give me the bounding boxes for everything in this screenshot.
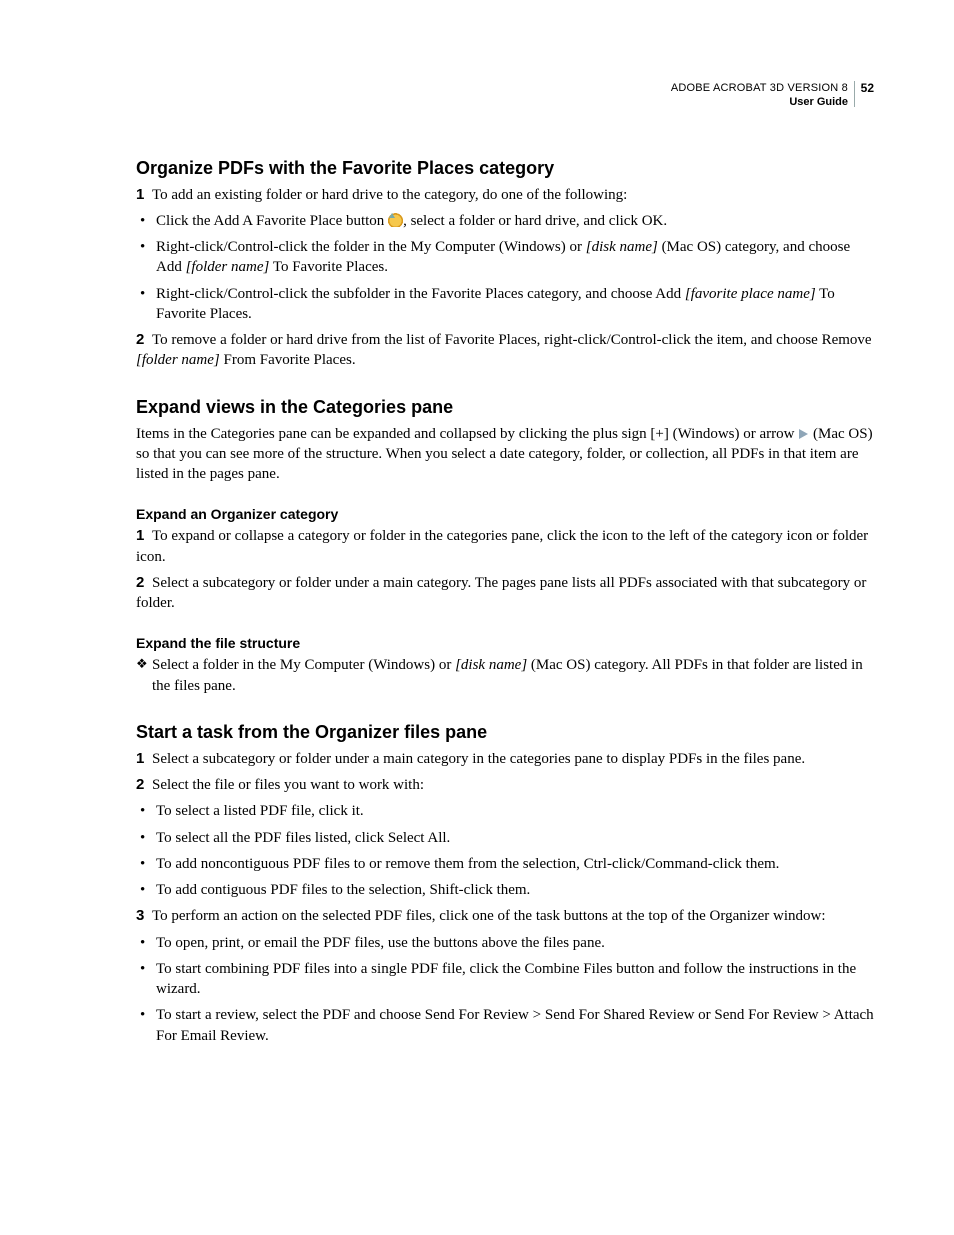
bullet-text: Right-click/Control-click the subfolder … (156, 286, 685, 302)
bullet-text: Click the Add A Favorite Place button (156, 213, 388, 229)
step-number: 2 (136, 775, 152, 795)
bullet-item: Click the Add A Favorite Place button , … (136, 211, 874, 231)
step-text: From Favorite Places. (220, 352, 356, 368)
step-text: To add an existing folder or hard drive … (152, 187, 627, 203)
bullet-item: To select all the PDF files listed, clic… (136, 828, 874, 848)
param-text: [disk name] (586, 239, 658, 255)
step-number: 3 (136, 906, 152, 926)
bullet-item: To open, print, or email the PDF files, … (136, 933, 874, 953)
step-number: 1 (136, 526, 152, 546)
step-item: 2Select a subcategory or folder under a … (136, 573, 874, 614)
subsection-title: Expand the file structure (136, 635, 874, 651)
step-text: Select the file or files you want to wor… (152, 777, 424, 793)
section-title: Start a task from the Organizer files pa… (136, 722, 874, 743)
header-subtitle: User Guide (136, 96, 848, 110)
bullet-item: To start combining PDF files into a sing… (136, 959, 874, 1000)
step-text: Select a subcategory or folder under a m… (136, 575, 866, 611)
page: ADOBE ACROBAT 3D VERSION 8 User Guide 52… (0, 0, 954, 1132)
step-text: Select a subcategory or folder under a m… (152, 751, 805, 767)
diamond-item: Select a folder in the My Computer (Wind… (136, 655, 874, 696)
step-item: 1To add an existing folder or hard drive… (136, 185, 874, 205)
param-text: [folder name] (136, 352, 220, 368)
bullet-text: To select all the PDF files listed, clic… (156, 830, 450, 846)
step-text: To expand or collapse a category or fold… (136, 528, 868, 564)
bullet-text: , select a folder or hard drive, and cli… (403, 213, 667, 229)
body-text: Items in the Categories pane can be expa… (136, 424, 874, 485)
bullet-item: Right-click/Control-click the subfolder … (136, 284, 874, 325)
bullet-text: To open, print, or email the PDF files, … (156, 935, 605, 951)
page-number: 52 (854, 81, 874, 107)
bullet-text: To add noncontiguous PDF files to or rem… (156, 856, 779, 872)
header-product: ADOBE ACROBAT 3D VERSION 8 (136, 82, 848, 96)
body-text: Items in the Categories pane can be expa… (136, 426, 798, 442)
step-text: To remove a folder or hard drive from th… (152, 332, 872, 348)
section-title: Expand views in the Categories pane (136, 397, 874, 418)
bullet-text: Right-click/Control-click the folder in … (156, 239, 586, 255)
bullet-item: To start a review, select the PDF and ch… (136, 1005, 874, 1046)
step-item: 3To perform an action on the selected PD… (136, 906, 874, 926)
step-number: 1 (136, 185, 152, 205)
param-text: [disk name] (455, 657, 527, 673)
bullet-item: To add noncontiguous PDF files to or rem… (136, 854, 874, 874)
bullet-item: To add contiguous PDF files to the selec… (136, 880, 874, 900)
step-item: 1To expand or collapse a category or fol… (136, 526, 874, 567)
body-text: Select a folder in the My Computer (Wind… (152, 657, 455, 673)
param-text: [favorite place name] (685, 286, 816, 302)
section-title: Organize PDFs with the Favorite Places c… (136, 158, 874, 179)
bullet-item: Right-click/Control-click the folder in … (136, 237, 874, 278)
running-header: ADOBE ACROBAT 3D VERSION 8 User Guide 52 (136, 82, 874, 110)
step-item: 1Select a subcategory or folder under a … (136, 749, 874, 769)
bullet-text: To add contiguous PDF files to the selec… (156, 882, 530, 898)
expand-arrow-icon (799, 429, 808, 439)
step-number: 2 (136, 573, 152, 593)
bullet-text: To select a listed PDF file, click it. (156, 803, 364, 819)
subsection-title: Expand an Organizer category (136, 506, 874, 522)
step-number: 1 (136, 749, 152, 769)
step-text: To perform an action on the selected PDF… (152, 908, 826, 924)
step-item: 2Select the file or files you want to wo… (136, 775, 874, 795)
step-item: 2To remove a folder or hard drive from t… (136, 330, 874, 371)
bullet-text: To Favorite Places. (269, 259, 388, 275)
param-text: [folder name] (186, 259, 270, 275)
step-number: 2 (136, 330, 152, 350)
bullet-text: To start a review, select the PDF and ch… (156, 1007, 874, 1043)
bullet-text: To start combining PDF files into a sing… (156, 961, 856, 997)
favorite-place-icon (388, 213, 403, 227)
bullet-item: To select a listed PDF file, click it. (136, 801, 874, 821)
